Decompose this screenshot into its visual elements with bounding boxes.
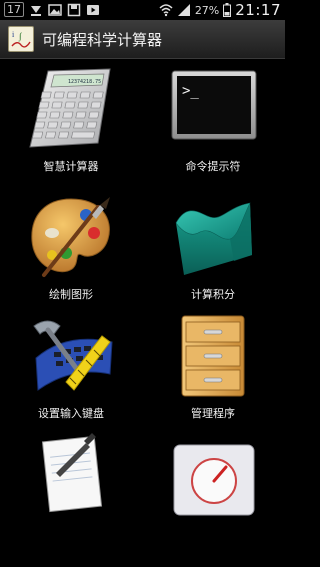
play-icon — [87, 4, 99, 15]
signal-icon — [177, 4, 190, 16]
notification-count-icon: 17 — [4, 2, 24, 17]
clock: 21:17 — [235, 1, 281, 19]
svg-text:>_: >_ — [182, 83, 199, 99]
file-cabinet-icon — [168, 312, 258, 402]
svg-text:i: i — [12, 30, 15, 39]
tile-label: 绘制图形 — [49, 288, 93, 301]
download-icon — [31, 5, 41, 16]
battery-percent: 27% — [194, 3, 220, 17]
tile-label: 设置输入键盘 — [38, 407, 104, 420]
app-title: 可编程科学计算器 — [42, 31, 163, 49]
tile-settings[interactable] — [142, 425, 284, 567]
tile-smart-calculator[interactable]: 12374218.75 智慧计算器 — [0, 59, 142, 201]
launcher-grid: 12374218.75 智慧计算器 >_ 命令提示符 绘制图形 计算积分 设置输… — [0, 59, 285, 516]
battery-icon — [223, 3, 232, 17]
surface-graph-icon — [168, 193, 258, 283]
calculator-app-icon: i ∫ — [8, 26, 34, 52]
terminal-icon: >_ — [168, 65, 258, 155]
tile-command-prompt[interactable]: >_ 命令提示符 — [142, 59, 284, 201]
tile-label: 计算积分 — [191, 288, 235, 301]
keyboard-tools-icon — [26, 312, 116, 402]
tile-label: 智慧计算器 — [43, 160, 99, 173]
svg-text:∫: ∫ — [18, 31, 23, 42]
status-bar-notifications: 17 — [4, 2, 100, 17]
save-icon — [67, 3, 81, 16]
wifi-icon — [159, 4, 173, 17]
tile-label: 命令提示符 — [185, 160, 241, 173]
svg-text:12374218.75: 12374218.75 — [68, 79, 101, 85]
status-bar-system: 27% 21:17 — [159, 1, 281, 19]
title-bar: i ∫ 可编程科学计算器 — [0, 20, 285, 59]
tile-notepad[interactable] — [0, 425, 142, 567]
status-bar: 17 27% 21:17 — [0, 0, 285, 20]
image-icon — [48, 3, 62, 16]
calculator-icon: 12374218.75 — [26, 65, 116, 155]
settings-icon — [168, 431, 258, 521]
palette-icon — [26, 193, 116, 283]
notepad-pen-icon — [26, 431, 116, 521]
tile-label: 管理程序 — [191, 407, 235, 420]
